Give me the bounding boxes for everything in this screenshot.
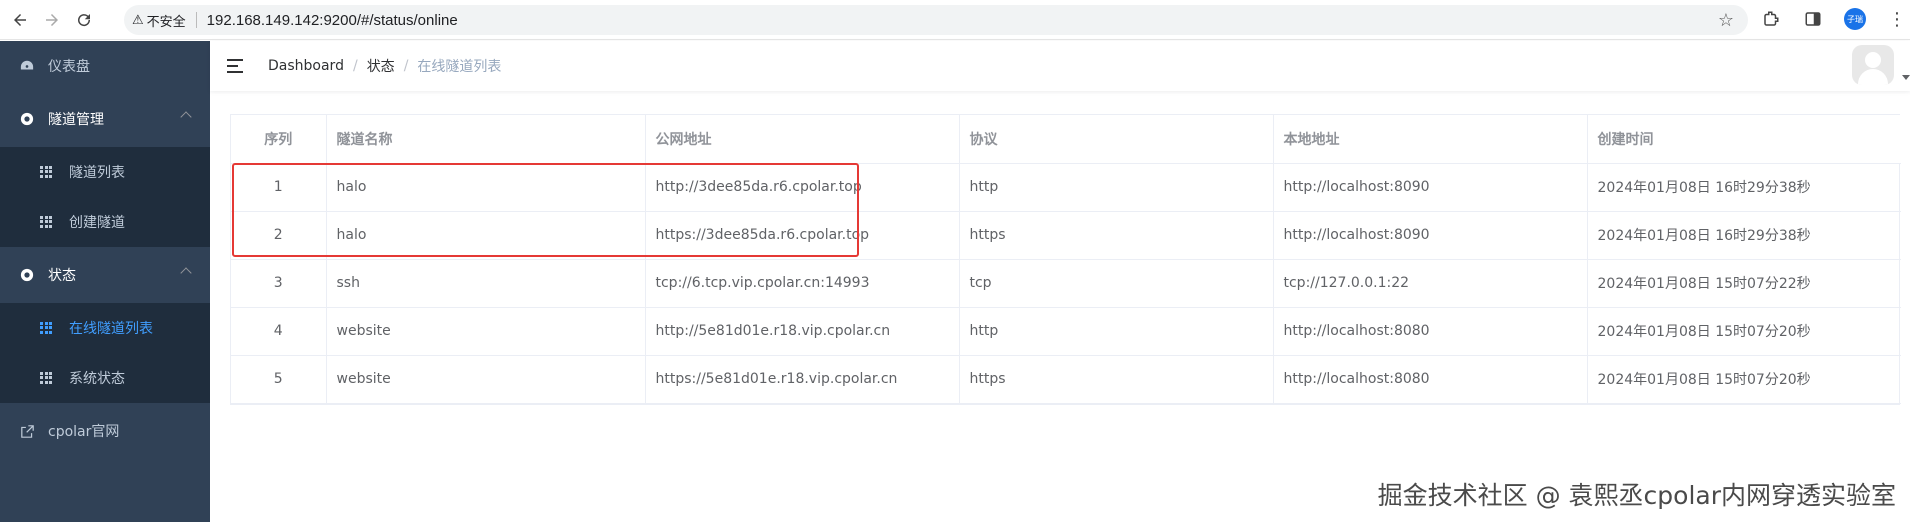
bookmark-star-icon[interactable]: ☆ (1718, 10, 1734, 31)
cell-name: ssh (326, 259, 646, 308)
address-bar[interactable]: ⚠ 不安全 192.168.149.142:9200/#/status/onli… (124, 5, 1748, 35)
profile-avatar[interactable]: 子瑞 (1844, 8, 1866, 30)
warning-icon: ⚠ (132, 12, 144, 28)
cell-created-time: 2024年01月08日 15时07分20秒 (1587, 307, 1901, 356)
browser-toolbar: ⚠ 不安全 192.168.149.142:9200/#/status/onli… (0, 0, 1910, 40)
user-avatar[interactable] (1852, 45, 1894, 85)
column-header-created-time: 创建时间 (1587, 115, 1901, 164)
extensions-icon[interactable] (1760, 8, 1782, 30)
sidebar-item-dashboard[interactable]: 仪表盘 (0, 41, 210, 91)
external-link-icon (20, 424, 34, 438)
cell-public-url: http://5e81d01e.r18.vip.cpolar.cn (645, 307, 960, 356)
sidebar-item-label: 仪表盘 (48, 59, 90, 75)
sidebar-item-online-tunnels[interactable]: 在线隧道列表 (0, 303, 210, 353)
url-text[interactable]: 192.168.149.142:9200/#/status/online (207, 12, 458, 29)
cell-local-address: http://localhost:8080 (1273, 355, 1588, 404)
cell-index: 4 (231, 307, 327, 356)
highlight-annotation-box (232, 163, 859, 257)
tunnel-table: 序列 隧道名称 公网地址 协议 本地地址 创建时间 1 halo http://… (230, 114, 1901, 405)
security-indicator[interactable]: ⚠ 不安全 (132, 11, 186, 30)
caret-down-icon[interactable] (1902, 75, 1910, 80)
table-icon (40, 165, 53, 179)
sidebar: 仪表盘 隧道管理 隧道列表 创建隧道 状态 在线隧道列表 系统状态 cpolar… (0, 41, 210, 522)
cell-public-url: tcp://6.tcp.vip.cpolar.cn:14993 (645, 259, 960, 308)
table-row: 4 website http://5e81d01e.r18.vip.cpolar… (231, 307, 1901, 356)
breadcrumb: Dashboard / 状态 / 在线隧道列表 (268, 56, 501, 76)
cell-index: 3 (231, 259, 327, 308)
sidebar-item-label: 系统状态 (69, 371, 125, 387)
breadcrumb-dashboard[interactable]: Dashboard (268, 58, 344, 74)
sidebar-item-label: 在线隧道列表 (69, 321, 153, 337)
cell-protocol: https (959, 355, 1274, 404)
hamburger-icon[interactable] (227, 59, 243, 73)
cell-local-address: http://localhost:8090 (1273, 163, 1588, 212)
cell-index: 5 (231, 355, 327, 404)
table-icon (40, 215, 53, 229)
cell-protocol: http (959, 307, 1274, 356)
cell-public-url: https://5e81d01e.r18.vip.cpolar.cn (645, 355, 960, 404)
breadcrumb-current: 在线隧道列表 (417, 59, 502, 75)
address-divider (195, 12, 197, 28)
table-row: 3 ssh tcp://6.tcp.vip.cpolar.cn:14993 tc… (231, 259, 1901, 308)
cell-local-address: http://localhost:8080 (1273, 307, 1588, 356)
reload-icon[interactable] (72, 8, 96, 32)
cell-created-time: 2024年01月08日 16时29分38秒 (1587, 163, 1901, 212)
sidebar-item-create-tunnel[interactable]: 创建隧道 (0, 197, 210, 247)
cell-created-time: 2024年01月08日 16时29分38秒 (1587, 211, 1901, 260)
breadcrumb-separator: / (403, 58, 409, 74)
sidebar-item-label: 创建隧道 (69, 215, 125, 231)
sidebar-submenu-status[interactable]: 状态 (0, 247, 210, 303)
sidebar-submenu-tunnel-management[interactable]: 隧道管理 (0, 91, 210, 147)
table-row: 5 website https://5e81d01e.r18.vip.cpola… (231, 355, 1901, 404)
breadcrumb-status: 状态 (366, 59, 395, 75)
cell-created-time: 2024年01月08日 15时07分20秒 (1587, 355, 1901, 404)
sidebar-item-label: 隧道列表 (69, 165, 125, 181)
watermark: 掘金技术社区 @ 袁熙丞cpolar内网穿透实验室 (1377, 481, 1896, 510)
forward-icon[interactable] (40, 8, 64, 32)
cell-local-address: http://localhost:8090 (1273, 211, 1588, 260)
chevron-up-icon (180, 111, 192, 123)
dashboard-icon (20, 59, 34, 73)
cell-name: website (326, 355, 646, 404)
settings-circle-icon (20, 112, 34, 126)
sidebar-item-label: 状态 (48, 268, 76, 284)
column-header-index: 序列 (231, 115, 327, 164)
sidebar-item-system-status[interactable]: 系统状态 (0, 353, 210, 403)
sidebar-item-label: cpolar官网 (48, 424, 120, 440)
sidebar-item-label: 隧道管理 (48, 112, 104, 128)
table-icon (40, 321, 53, 335)
cell-protocol: http (959, 163, 1274, 212)
breadcrumb-separator: / (352, 58, 358, 74)
sidebar-item-tunnel-list[interactable]: 隧道列表 (0, 147, 210, 197)
column-header-public-url: 公网地址 (645, 115, 960, 164)
back-icon[interactable] (8, 8, 32, 32)
more-menu-icon[interactable]: ⋮ (1886, 8, 1908, 30)
sidebar-item-cpolar-website[interactable]: cpolar官网 (0, 403, 210, 459)
settings-circle-icon (20, 268, 34, 282)
navbar: Dashboard / 状态 / 在线隧道列表 (210, 41, 1910, 91)
security-label: 不安全 (146, 14, 186, 30)
cell-local-address: tcp://127.0.0.1:22 (1273, 259, 1588, 308)
column-header-name: 隧道名称 (326, 115, 646, 164)
cell-created-time: 2024年01月08日 15时07分22秒 (1587, 259, 1901, 308)
chevron-up-icon (180, 267, 192, 279)
table-icon (40, 371, 53, 385)
cell-name: website (326, 307, 646, 356)
cell-protocol: https (959, 211, 1274, 260)
column-header-local-address: 本地地址 (1273, 115, 1588, 164)
side-panel-icon[interactable] (1802, 8, 1824, 30)
cell-protocol: tcp (959, 259, 1274, 308)
column-header-protocol: 协议 (959, 115, 1274, 164)
table-header-row: 序列 隧道名称 公网地址 协议 本地地址 创建时间 (231, 115, 1901, 164)
